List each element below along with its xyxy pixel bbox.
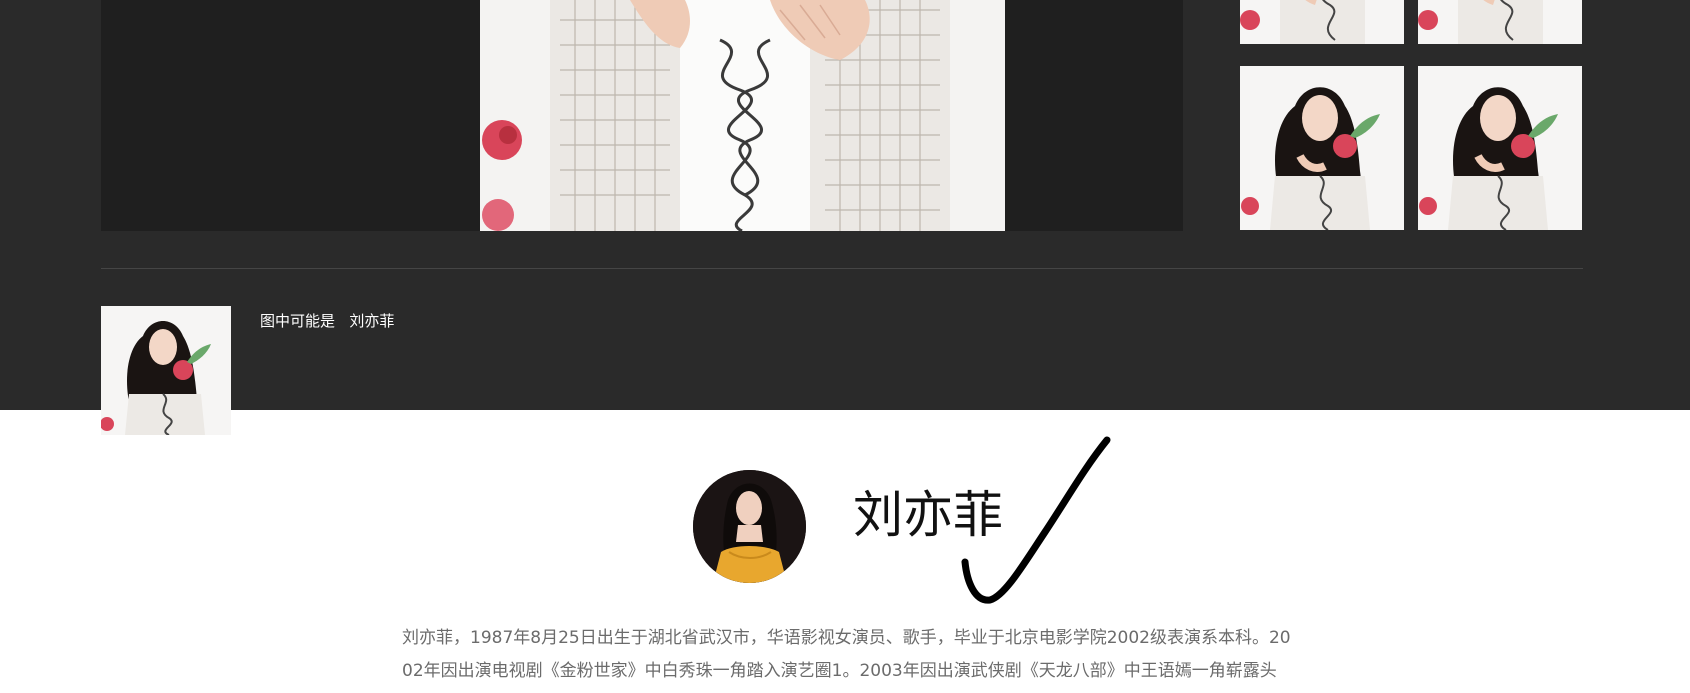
- gallery-thumbnail[interactable]: [1418, 0, 1582, 44]
- bio-line: 02年因出演电视剧《金粉世家》中白秀珠一角踏入演艺圈1。2003年因出演武侠剧《…: [402, 661, 1277, 681]
- main-image-viewer[interactable]: [101, 0, 1183, 231]
- bio-line: 刘亦菲，1987年8月25日出生于湖北省武汉市，华语影视女演员、歌手，毕业于北京…: [402, 628, 1291, 648]
- section-divider: [101, 268, 1583, 269]
- image-caption: 图中可能是 刘亦菲: [260, 310, 394, 331]
- gallery-thumbnail[interactable]: [1240, 66, 1404, 230]
- gallery-thumbnail[interactable]: [1418, 66, 1582, 230]
- avatar[interactable]: [693, 470, 806, 583]
- biography-text: 刘亦菲，1987年8月25日出生于湖北省武汉市，华语影视女演员、歌手，毕业于北京…: [402, 622, 1291, 688]
- checkmark-annotation-icon: [961, 436, 1111, 604]
- caption-person-link[interactable]: 刘亦菲: [349, 312, 394, 330]
- main-photo[interactable]: [480, 0, 1005, 231]
- caption-thumbnail[interactable]: [101, 306, 231, 435]
- caption-prefix: 图中可能是: [260, 312, 336, 330]
- gallery-thumbnail[interactable]: [1240, 0, 1404, 44]
- photo-viewer-panel: 图中可能是 刘亦菲: [0, 0, 1690, 435]
